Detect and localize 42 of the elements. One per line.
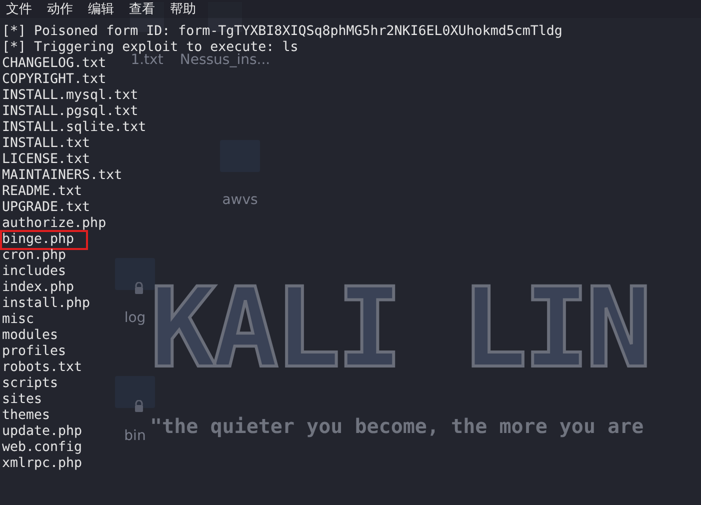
- output-line: INSTALL.sqlite.txt: [2, 120, 148, 136]
- desktop-icon-label[interactable]: awvs: [222, 192, 258, 208]
- desktop-icon-label[interactable]: bin: [124, 428, 146, 444]
- output-line: web.config: [2, 440, 84, 456]
- menu-item[interactable]: 查看: [129, 0, 155, 18]
- folder-icon[interactable]: [115, 376, 155, 408]
- wallpaper-logo: KALI LIN: [150, 280, 648, 376]
- output-line: robots.txt: [2, 360, 84, 376]
- output-line: modules: [2, 328, 60, 344]
- output-line: COPYRIGHT.txt: [2, 72, 108, 88]
- menu-item[interactable]: 文件: [6, 0, 32, 18]
- menu-item[interactable]: 编辑: [88, 0, 114, 18]
- output-line: misc: [2, 312, 36, 328]
- wallpaper-motto: "the quieter you become, the more you are: [150, 414, 644, 438]
- output-line: themes: [2, 408, 52, 424]
- output-line: xmlrpc.php: [2, 456, 84, 472]
- menu-item[interactable]: 帮助: [170, 0, 196, 18]
- output-line: update.php: [2, 424, 84, 440]
- output-line: README.txt: [2, 184, 84, 200]
- output-line: sites: [2, 392, 44, 408]
- output-line: includes: [2, 264, 68, 280]
- desktop-icon-label[interactable]: log: [124, 310, 146, 326]
- output-line: scripts: [2, 376, 60, 392]
- output-line: UPGRADE.txt: [2, 200, 92, 216]
- menu-item[interactable]: 动作: [47, 0, 73, 18]
- output-line: INSTALL.pgsql.txt: [2, 104, 140, 120]
- highlighted-output-line: binge.php: [2, 232, 86, 248]
- desktop-icon-label[interactable]: 1.txt: [130, 52, 164, 68]
- output-line: CHANGELOG.txt: [2, 56, 108, 72]
- output-line: install.php: [2, 296, 92, 312]
- output-line: LICENSE.txt: [2, 152, 92, 168]
- desktop-icon-label[interactable]: Nessus_ins...: [180, 52, 270, 68]
- output-line: INSTALL.mysql.txt: [2, 88, 140, 104]
- output-line: cron.php: [2, 248, 68, 264]
- output-line: [*] Triggering exploit to execute: ls: [2, 40, 300, 55]
- folder-icon[interactable]: [115, 258, 155, 290]
- output-line: index.php: [2, 280, 76, 296]
- output-line: INSTALL.txt: [2, 136, 92, 152]
- output-line: profiles: [2, 344, 68, 360]
- output-line: [*] Poisoned form ID: form-TgTYXBI8XIQSq8phMG5hr2NKI6EL0XUhokmd5cmTldg: [2, 24, 564, 40]
- output-line: authorize.php: [2, 216, 108, 232]
- output-line: MAINTAINERS.txt: [2, 168, 124, 184]
